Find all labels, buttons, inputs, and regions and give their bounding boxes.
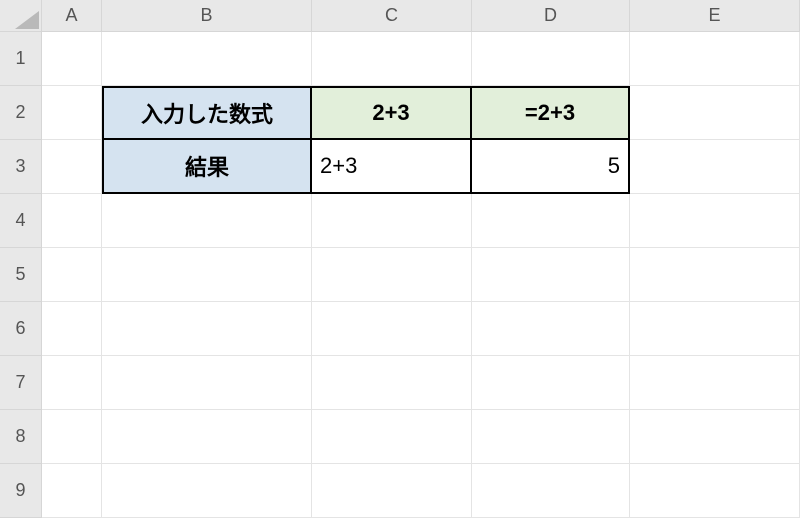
cell-A7[interactable] [42,356,102,410]
cell-B9[interactable] [102,464,312,518]
cell-C3[interactable]: 2+3 [312,140,472,194]
cell-A8[interactable] [42,410,102,464]
cell-A2[interactable] [42,86,102,140]
cell-B4[interactable] [102,194,312,248]
cell-D6[interactable] [472,302,630,356]
cell-C7[interactable] [312,356,472,410]
col-header-A[interactable]: A [42,0,102,32]
cell-E5[interactable] [630,248,800,302]
cell-A4[interactable] [42,194,102,248]
cell-C9[interactable] [312,464,472,518]
col-header-B[interactable]: B [102,0,312,32]
cell-B3[interactable]: 結果 [102,140,312,194]
cell-A1[interactable] [42,32,102,86]
spreadsheet-grid[interactable]: A B C D E 1 2 入力した数式 2+3 =2+3 3 結果 2+3 5… [0,0,800,518]
cell-E2[interactable] [630,86,800,140]
cell-D9[interactable] [472,464,630,518]
cell-A6[interactable] [42,302,102,356]
col-header-E[interactable]: E [630,0,800,32]
cell-E4[interactable] [630,194,800,248]
cell-E7[interactable] [630,356,800,410]
cell-E6[interactable] [630,302,800,356]
cell-E8[interactable] [630,410,800,464]
col-header-D[interactable]: D [472,0,630,32]
row-header-2[interactable]: 2 [0,86,42,140]
cell-C4[interactable] [312,194,472,248]
cell-E3[interactable] [630,140,800,194]
cell-B7[interactable] [102,356,312,410]
cell-E9[interactable] [630,464,800,518]
cell-A3[interactable] [42,140,102,194]
cell-C1[interactable] [312,32,472,86]
cell-C5[interactable] [312,248,472,302]
cell-B5[interactable] [102,248,312,302]
cell-A9[interactable] [42,464,102,518]
row-header-4[interactable]: 4 [0,194,42,248]
cell-B6[interactable] [102,302,312,356]
row-header-6[interactable]: 6 [0,302,42,356]
cell-D8[interactable] [472,410,630,464]
cell-D5[interactable] [472,248,630,302]
row-header-1[interactable]: 1 [0,32,42,86]
row-header-9[interactable]: 9 [0,464,42,518]
row-header-5[interactable]: 5 [0,248,42,302]
cell-C8[interactable] [312,410,472,464]
cell-D2[interactable]: =2+3 [472,86,630,140]
cell-A5[interactable] [42,248,102,302]
cell-B8[interactable] [102,410,312,464]
row-header-7[interactable]: 7 [0,356,42,410]
cell-C2[interactable]: 2+3 [312,86,472,140]
col-header-C[interactable]: C [312,0,472,32]
cell-E1[interactable] [630,32,800,86]
cell-B2[interactable]: 入力した数式 [102,86,312,140]
row-header-3[interactable]: 3 [0,140,42,194]
cell-D7[interactable] [472,356,630,410]
cell-C6[interactable] [312,302,472,356]
row-header-8[interactable]: 8 [0,410,42,464]
cell-D4[interactable] [472,194,630,248]
select-all-corner[interactable] [0,0,42,32]
cell-D3[interactable]: 5 [472,140,630,194]
cell-B1[interactable] [102,32,312,86]
cell-D1[interactable] [472,32,630,86]
